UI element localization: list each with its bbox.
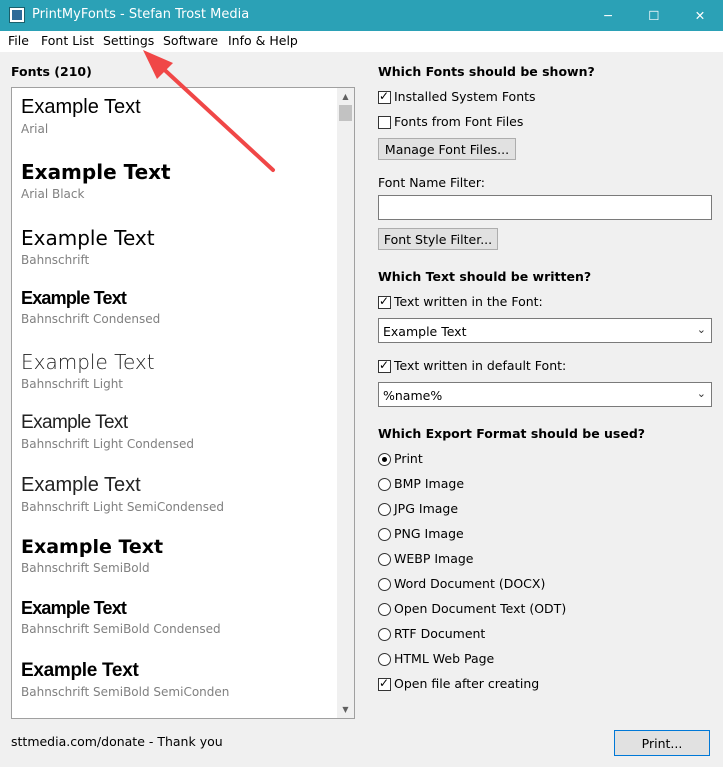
font-style-filter-button[interactable]: Font Style Filter... xyxy=(378,228,498,250)
text-default-font-value: %name% xyxy=(383,388,443,403)
text-in-font-select[interactable]: Example Text ⌄ xyxy=(378,318,712,343)
text-default-font-select[interactable]: %name% ⌄ xyxy=(378,382,712,407)
export-radio-rtf-document[interactable] xyxy=(378,628,391,641)
text-default-font-label: Text written in default Font: xyxy=(394,358,567,373)
scroll-up-icon[interactable]: ▲ xyxy=(337,88,354,105)
list-item[interactable]: Example Text Bahnschrift xyxy=(21,226,155,267)
font-name: Bahnschrift SemiBold SemiConden xyxy=(21,685,230,699)
export-format-heading: Which Export Format should be used? xyxy=(378,426,646,441)
export-option-label: WEBP Image xyxy=(394,551,474,566)
font-sample: Example Text xyxy=(21,350,155,374)
list-item[interactable]: Example Text Bahnschrift SemiBold SemiCo… xyxy=(21,660,229,699)
list-item[interactable]: Example Text Arial Black xyxy=(21,160,171,201)
open-after-checkbox[interactable] xyxy=(378,676,391,691)
font-name: Bahnschrift Light Condensed xyxy=(21,437,194,451)
font-name: Bahnschrift SemiBold xyxy=(21,561,150,575)
font-name-filter-input[interactable] xyxy=(378,195,712,220)
export-radio-open-document-text-odt[interactable] xyxy=(378,603,391,616)
font-sample: Example Text xyxy=(21,660,139,681)
menu-info-help[interactable]: Info & Help xyxy=(228,33,298,48)
font-list[interactable]: Example Text Arial Example Text Arial Bl… xyxy=(11,87,355,719)
font-name: Bahnschrift Light SemiCondensed xyxy=(21,500,225,514)
menu-font-list[interactable]: Font List xyxy=(41,33,94,48)
export-radio-word-document-docx[interactable] xyxy=(378,578,391,591)
font-sample: Example Text xyxy=(21,96,141,118)
export-option-label: RTF Document xyxy=(394,626,486,641)
chevron-down-icon: ⌄ xyxy=(696,387,706,400)
font-name: Bahnschrift Condensed xyxy=(21,312,161,326)
font-name-filter-label: Font Name Filter: xyxy=(378,175,485,190)
fonts-count-heading: Fonts (210) xyxy=(11,64,92,79)
text-in-font-checkbox[interactable] xyxy=(378,294,391,309)
export-option-label: JPG Image xyxy=(394,501,459,516)
maximize-button[interactable]: ☐ xyxy=(631,0,677,31)
export-radio-png-image[interactable] xyxy=(378,528,391,541)
installed-fonts-checkbox[interactable] xyxy=(378,89,391,104)
list-item[interactable]: Example Text Bahnschrift Light SemiConde… xyxy=(21,474,224,514)
export-radio-print[interactable] xyxy=(378,453,391,466)
list-item[interactable]: Example Text Bahnschrift SemiBold xyxy=(21,536,163,575)
menu-software[interactable]: Software xyxy=(163,33,218,48)
font-sample: Example Text xyxy=(21,160,171,184)
menu-bar: File Font List Settings Software Info & … xyxy=(0,31,723,52)
app-icon xyxy=(9,7,25,23)
installed-fonts-label: Installed System Fonts xyxy=(394,89,536,104)
close-button[interactable]: ✕ xyxy=(677,0,723,31)
font-files-checkbox[interactable] xyxy=(378,116,391,129)
scroll-down-icon[interactable]: ▼ xyxy=(337,701,354,718)
menu-file[interactable]: File xyxy=(8,33,29,48)
font-name: Bahnschrift SemiBold Condensed xyxy=(21,622,221,636)
export-radio-bmp-image[interactable] xyxy=(378,478,391,491)
manage-font-files-button[interactable]: Manage Font Files... xyxy=(378,138,516,160)
export-radio-jpg-image[interactable] xyxy=(378,503,391,516)
open-after-label: Open file after creating xyxy=(394,676,540,691)
font-sample: Example Text xyxy=(21,288,127,308)
font-sample: Example Text xyxy=(21,598,127,618)
font-name: Arial xyxy=(21,122,49,136)
list-item[interactable]: Example Text Bahnschrift Light Condensed xyxy=(21,412,194,451)
export-option-label: Word Document (DOCX) xyxy=(394,576,546,591)
list-item[interactable]: Example Text Bahnschrift Light xyxy=(21,350,155,391)
font-sample: Example Text xyxy=(21,226,155,250)
font-files-label: Fonts from Font Files xyxy=(394,114,524,129)
export-option-label: PNG Image xyxy=(394,526,464,541)
minimize-button[interactable]: ─ xyxy=(585,0,631,31)
scroll-thumb[interactable] xyxy=(339,105,352,121)
list-item[interactable]: Example Text Bahnschrift Condensed xyxy=(21,288,160,326)
export-radio-webp-image[interactable] xyxy=(378,553,391,566)
export-option-label: HTML Web Page xyxy=(394,651,495,666)
menu-settings[interactable]: Settings xyxy=(103,33,154,48)
export-radio-html-web-page[interactable] xyxy=(378,653,391,666)
export-option-label: BMP Image xyxy=(394,476,465,491)
export-option-label: Open Document Text (ODT) xyxy=(394,601,567,616)
font-sample: Example Text xyxy=(21,412,128,433)
chevron-down-icon: ⌄ xyxy=(696,323,706,336)
title-bar: PrintMyFonts - Stefan Trost Media ─ ☐ ✕ xyxy=(0,0,723,31)
fonts-shown-heading: Which Fonts should be shown? xyxy=(378,64,595,79)
font-list-scrollbar[interactable]: ▲ ▼ xyxy=(337,88,354,718)
export-option-label: Print xyxy=(394,451,423,466)
list-item[interactable]: Example Text Arial xyxy=(21,96,141,136)
window-title: PrintMyFonts - Stefan Trost Media xyxy=(32,7,250,22)
text-written-heading: Which Text should be written? xyxy=(378,269,592,284)
font-name: Bahnschrift Light xyxy=(21,377,123,391)
arrow-head xyxy=(143,50,173,79)
font-sample: Example Text xyxy=(21,474,141,496)
text-default-font-checkbox[interactable] xyxy=(378,358,391,373)
list-item[interactable]: Example Text Bahnschrift SemiBold Conden… xyxy=(21,598,221,636)
donate-link[interactable]: sttmedia.com/donate - Thank you xyxy=(11,734,223,749)
text-in-font-label: Text written in the Font: xyxy=(394,294,543,309)
print-button[interactable]: Print... xyxy=(614,730,710,756)
font-sample: Example Text xyxy=(21,536,164,558)
font-name: Arial Black xyxy=(21,187,85,201)
font-name: Bahnschrift xyxy=(21,253,90,267)
text-in-font-value: Example Text xyxy=(383,324,467,339)
